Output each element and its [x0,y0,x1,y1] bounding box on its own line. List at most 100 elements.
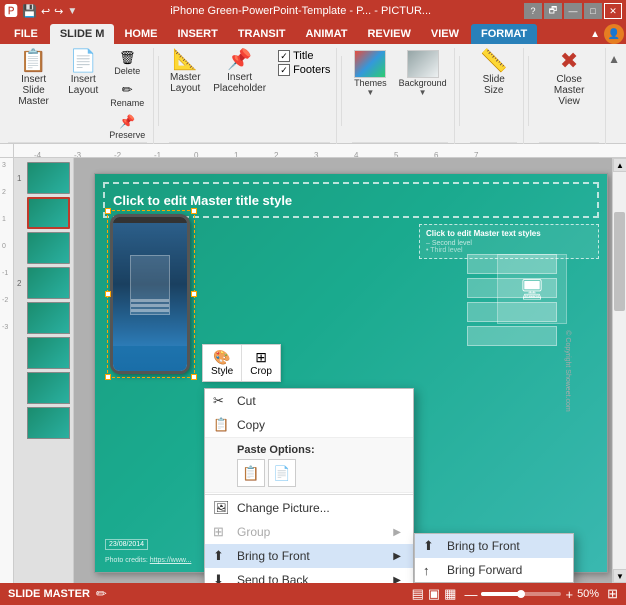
save-icon[interactable]: 💾 [22,4,37,18]
slide-level3: • Third level [426,247,592,254]
paste-btn-2[interactable]: 📄 [268,459,296,487]
copy-icon: 📋 [213,417,229,433]
slide-size-icon: 📏 [480,50,507,72]
title-checkbox-item[interactable]: ✓ Title [278,50,330,62]
paste-btn-1[interactable]: 📋 [237,459,265,487]
collapse-ribbon-icon[interactable]: ▲ [590,29,600,40]
context-menu-paste: Paste Options: 📋 📄 [205,437,413,493]
footers-checkbox-label: Footers [293,64,330,76]
separator-2 [341,56,342,126]
delete-btn[interactable]: 🗑 Delete [107,48,147,78]
minimize-btn[interactable]: — [564,3,582,19]
view-normal-icon[interactable]: ▤ [412,586,424,602]
sub-bring-forward-icon: ↑ [423,563,430,578]
view-slide-icon[interactable]: ▣ [428,586,440,602]
slide-thumbnail-8[interactable] [27,407,70,439]
tab-format[interactable]: FORMAT [471,24,537,44]
zoom-out-btn[interactable]: — [464,587,477,602]
date-box: 23/08/2014 [105,539,148,550]
slide-subtitle-text: Click to edit Master text styles [426,229,592,238]
bring-front-label: Bring to Front [237,549,310,563]
zoom-slider[interactable] [481,592,561,596]
ribbon-group-close: ✖ CloseMaster View Close [533,48,606,158]
copy-label: Copy [237,418,265,432]
context-menu-bring-to-front[interactable]: ⬆ Bring to Front ▶ [205,544,413,568]
style-btn[interactable]: 🎨 Style [203,345,242,381]
tab-home[interactable]: HOME [114,24,167,44]
slide-thumbnail-5[interactable] [27,302,70,334]
footers-checkbox-item[interactable]: ✓ Footers [278,64,330,76]
credit-url[interactable]: https://www... [150,557,192,564]
customize-icon[interactable]: ▼ [67,6,77,17]
maximize-btn[interactable]: □ [584,3,602,19]
thumb-container-5 [17,302,70,334]
scroll-thumb[interactable] [614,212,625,311]
tab-bar: FILE SLIDE M HOME INSERT TRANSIT ANIMAT … [0,22,626,44]
background-btn[interactable]: Background ▼ [395,48,451,99]
zoom-control: — + 50% [464,587,599,602]
footers-checkbox[interactable]: ✓ [278,64,290,76]
context-menu-change-picture[interactable]: 🖼 Change Picture... [205,496,413,520]
bring-front-arrow: ▶ [393,551,401,562]
insert-placeholder-btn[interactable]: 📌 InsertPlaceholder [209,48,270,96]
view-grid-icon[interactable]: ▦ [444,586,456,602]
status-label: SLIDE MASTER [8,588,90,600]
handle-ml[interactable] [105,291,111,297]
cut-label: Cut [237,394,256,408]
title-bar: 🅿 💾 ↩ ↪ ▼ iPhone Green-PowerPoint-Templa… [0,0,626,22]
rename-btn[interactable]: ✏ Rename [107,80,147,110]
slide-thumbnail-1[interactable] [27,162,70,194]
context-menu-group[interactable]: ⊞ Group ▶ [205,520,413,544]
insert-slide-master-btn[interactable]: 📋 Insert SlideMaster [8,48,59,109]
tab-review[interactable]: REVIEW [357,24,420,44]
tab-file[interactable]: FILE [2,24,50,44]
context-menu-cut[interactable]: ✂ Cut [205,389,413,413]
master-layout-btn[interactable]: 📐 MasterLayout [165,48,205,96]
zoom-slider-thumb[interactable] [517,590,525,598]
slide-thumbnail-3[interactable] [27,232,70,264]
help-btn[interactable]: ? [524,3,542,19]
handle-mr[interactable] [191,291,197,297]
slide-thumbnail-4[interactable] [27,267,70,299]
undo-icon[interactable]: ↩ [41,5,50,18]
tab-view[interactable]: VIEW [421,24,469,44]
scroll-down-btn[interactable]: ▼ [613,569,626,583]
bring-front-icon: ⬆ [213,548,224,564]
themes-btn[interactable]: Themes ▼ [350,48,391,99]
handle-tr[interactable] [191,208,197,214]
context-menu-send-to-back[interactable]: ⬇ Send to Back ▶ [205,568,413,583]
sub-bring-to-front[interactable]: ⬆ Bring to Front [415,534,573,558]
handle-bl[interactable] [105,374,111,380]
scrollbar-vertical[interactable]: ▲ ▼ [612,158,626,583]
preserve-btn[interactable]: 📌 Preserve [107,112,147,142]
tab-animat[interactable]: ANIMAT [295,24,357,44]
insert-layout-btn[interactable]: 📄 InsertLayout [63,48,103,98]
redo-icon[interactable]: ↪ [54,5,63,18]
tab-transit[interactable]: TRANSIT [228,24,296,44]
tab-insert[interactable]: INSERT [167,24,227,44]
edit-icon[interactable]: ✏ [96,586,107,602]
slide-thumbnail-7[interactable] [27,372,70,404]
slide-thumbnail-2-active[interactable] [27,197,70,229]
slide-size-btn[interactable]: 📏 SlideSize [474,48,514,98]
credit-text: Photo credits: https://www... [105,557,191,564]
close-btn[interactable]: ✕ [604,3,622,19]
zoom-in-btn[interactable]: + [565,587,573,602]
fit-slide-btn[interactable]: ⊞ [607,586,618,602]
tab-slide-m[interactable]: SLIDE M [50,24,115,44]
restore-btn[interactable]: 🗗 [544,3,562,19]
scroll-up-btn[interactable]: ▲ [613,158,626,172]
ribbon-collapse-icon[interactable]: ▲ [608,52,620,66]
handle-tl[interactable] [105,208,111,214]
close-master-view-btn[interactable]: ✖ CloseMaster View [539,48,599,109]
paste-options-label: Paste Options: [237,444,315,456]
context-menu-copy[interactable]: 📋 Copy [205,413,413,437]
master-layout-icon: 📐 [173,50,198,70]
slide-thumbnail-6[interactable] [27,337,70,369]
paste-options-bar: 📋 📄 [237,456,405,490]
crop-btn[interactable]: ⊞ Crop [242,345,280,381]
powerpoint-icon: 🅿 [4,1,18,21]
sub-bring-forward[interactable]: ↑ Bring Forward [415,558,573,582]
title-checkbox[interactable]: ✓ [278,50,290,62]
handle-br[interactable] [191,374,197,380]
